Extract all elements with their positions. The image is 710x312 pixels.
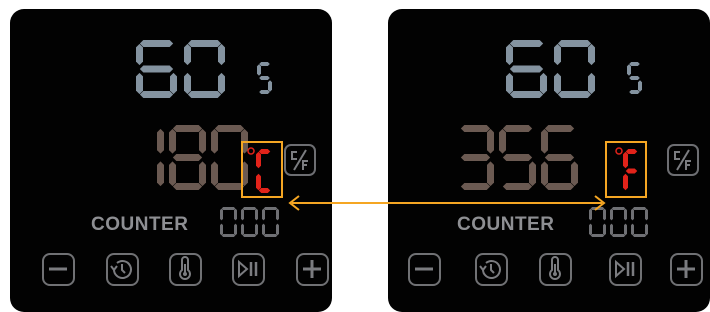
comparison-arrow <box>288 195 606 211</box>
